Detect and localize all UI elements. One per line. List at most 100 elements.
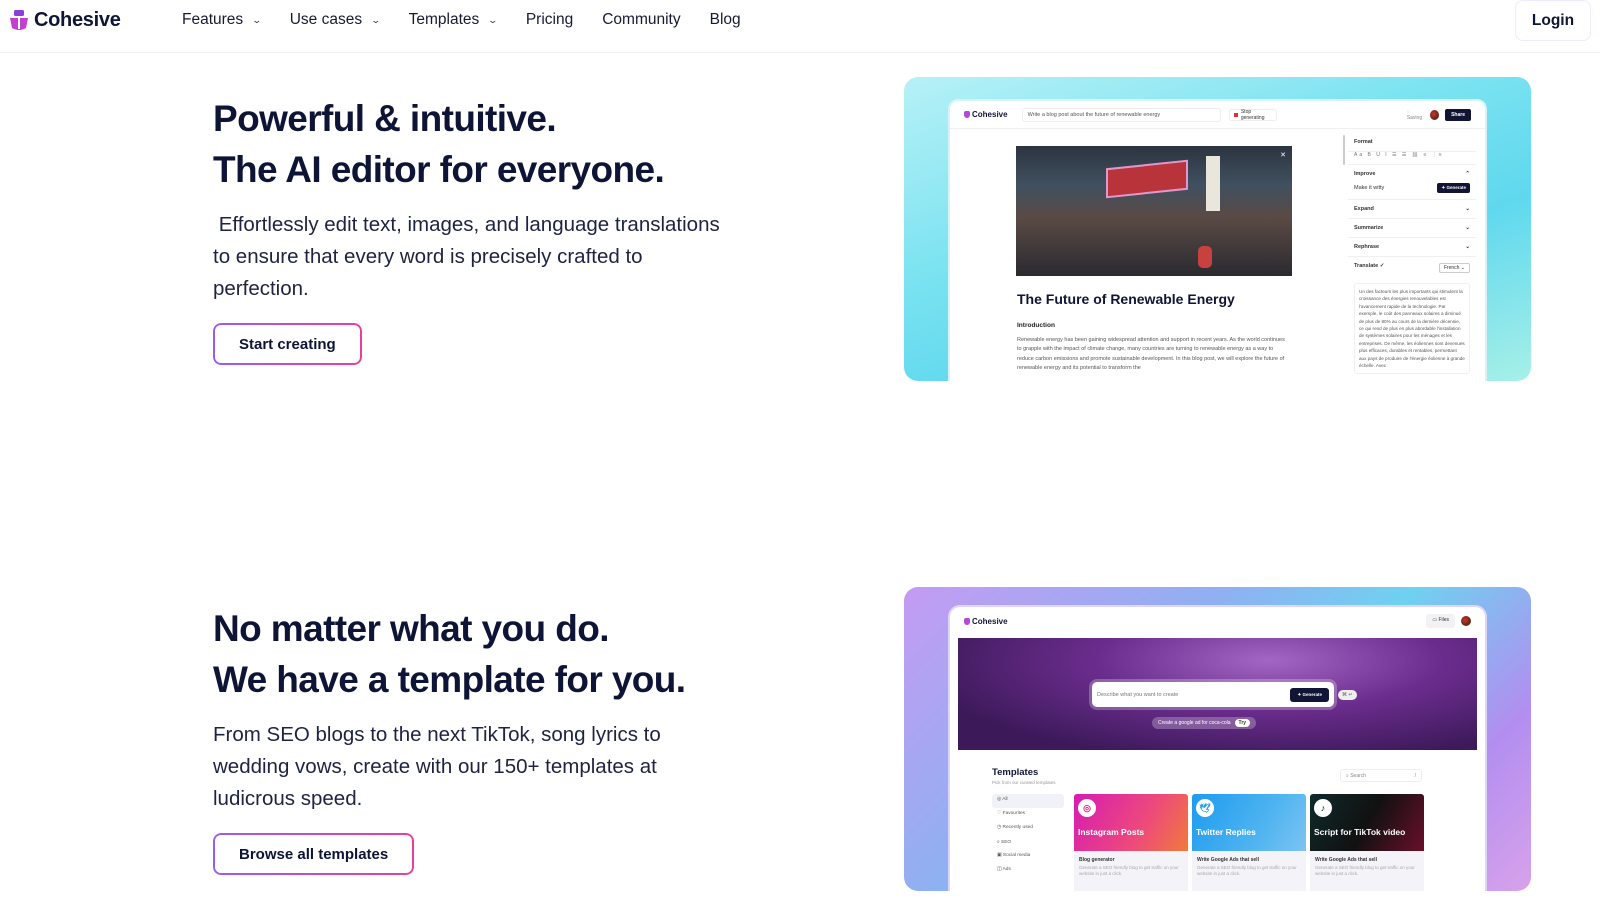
editor-preview-image: Cohesive Write a blog post about the fut… xyxy=(904,77,1531,381)
vertical-sign xyxy=(1206,156,1220,211)
category-label: Favourites xyxy=(1002,811,1026,816)
describe-placeholder: Describe what you want to create xyxy=(1097,691,1179,698)
category-label: SEO xyxy=(1001,840,1012,845)
saving-status: ◌ Saving xyxy=(1406,108,1423,121)
template-categories: ◎ All ♡ Favourites ◷ Recently used ⌕ SEO… xyxy=(992,794,1064,878)
blog-header-image: ✕ xyxy=(1016,146,1292,276)
template-card: ◎ Instagram Posts Blog generator Generate… xyxy=(1074,794,1188,891)
nav-pricing-label: Pricing xyxy=(525,11,574,28)
chevron-down-icon: ⌄ xyxy=(370,14,382,25)
brand-logo[interactable]: Cohesive xyxy=(9,9,121,32)
nav-templates-label: Templates xyxy=(408,11,480,28)
template-card: ♪ Script for TikTok video Write Google Ad… xyxy=(1310,794,1424,891)
card-banner: ♪ Script for TikTok video xyxy=(1310,794,1424,851)
suggestion-text: Create a google ad for coca-cola xyxy=(1158,720,1231,726)
translated-text: Un des facteurs les plus importants qui … xyxy=(1354,283,1470,375)
expand-section: Expand ⌄ xyxy=(1348,199,1476,219)
search-icon: ⌕ xyxy=(1346,773,1349,779)
card-desc: Generate a SEO friendly blog to get traf… xyxy=(1197,865,1297,876)
stop-label: Stop generating xyxy=(1240,108,1265,121)
main-menu: Features ⌄ Use cases ⌄ Templates ⌄ Pricing … xyxy=(182,11,770,29)
translate-section: Translate ✓ French ⌄ xyxy=(1348,257,1476,279)
twitter-icon: 🕊 xyxy=(1196,799,1214,817)
chevron-down-icon: ⌄ xyxy=(1465,244,1470,250)
login-button[interactable]: Login xyxy=(1515,0,1591,41)
category-label: Recently used xyxy=(1002,825,1033,830)
card-name: Write Google Ads that sell xyxy=(1315,857,1377,863)
stop-generating-button: Stop generating xyxy=(1229,108,1277,121)
templates-preview-toolbar: Cohesive ▭ Files xyxy=(950,607,1485,635)
generate-button: ✦ Generate xyxy=(1437,183,1470,193)
nav-blog[interactable]: Blog xyxy=(710,11,741,29)
nav-features[interactable]: Features ⌄ xyxy=(182,11,263,29)
avatar xyxy=(1430,109,1440,120)
rephrase-section: Rephrase ⌄ xyxy=(1348,238,1476,257)
nav-community[interactable]: Community xyxy=(602,11,680,29)
title-line-1: Powerful & intuitive. xyxy=(213,98,557,139)
category-label: Ads xyxy=(1002,867,1011,872)
suggestion-chip: Create a google ad for coca-cola Try xyxy=(1152,717,1257,729)
top-nav: Cohesive Features ⌄ Use cases ⌄ Templates ⌄… xyxy=(0,0,1600,53)
category-favourites: ♡ Favourites xyxy=(997,811,1026,816)
browse-templates-button[interactable]: Browse all templates xyxy=(213,833,415,875)
generate-button: ✦ Generate xyxy=(1290,687,1329,702)
template-card: 🕊 Twitter Replies Write Google Ads that s… xyxy=(1192,794,1306,891)
doc-heading: Introduction xyxy=(1017,322,1055,329)
cohesive-logo-icon xyxy=(964,111,970,118)
generate-label: Generate xyxy=(1446,185,1466,190)
card-desc: Generate a SEO friendly blog to get traf… xyxy=(1079,865,1179,876)
panel-scrollbar xyxy=(1343,135,1345,165)
nav-community-label: Community xyxy=(602,11,681,28)
nav-templates[interactable]: Templates ⌄ xyxy=(408,11,499,29)
templates-search: ⌕ Search / xyxy=(1340,769,1422,782)
language-select: French ⌄ xyxy=(1438,263,1470,273)
translate-label: Translate xyxy=(1354,263,1379,269)
card-title: Script for TikTok video xyxy=(1314,827,1406,837)
nav-use-cases-label: Use cases xyxy=(289,11,363,28)
card-name: Blog generator xyxy=(1079,857,1115,863)
category-ads: ◫ Ads xyxy=(997,867,1011,872)
generate-banner: Describe what you want to create ✦ Genera… xyxy=(958,638,1477,750)
describe-input: Describe what you want to create ✦ Genera… xyxy=(1092,682,1334,707)
category-label: Social media xyxy=(1002,853,1031,858)
try-button: Try xyxy=(1234,719,1251,727)
editor-preview-toolbar: Cohesive Write a blog post about the fut… xyxy=(950,101,1485,129)
search-placeholder: Search xyxy=(1350,773,1367,779)
chevron-down-icon: ⌄ xyxy=(487,14,499,25)
generate-label: Generate xyxy=(1302,691,1322,697)
chevron-down-icon: ⌄ xyxy=(251,14,263,25)
cohesive-logo-icon xyxy=(964,617,970,625)
doc-body: Renewable energy has been gaining widesp… xyxy=(1017,337,1285,372)
lantern xyxy=(1198,246,1212,268)
close-icon: ✕ xyxy=(1280,152,1286,159)
files-button: ▭ Files xyxy=(1426,614,1455,628)
templates-title: Templates xyxy=(992,767,1039,778)
templates-preview-window: Cohesive ▭ Files Describe what you want … xyxy=(948,605,1487,891)
cohesive-logo-icon xyxy=(10,10,28,30)
templates-subtitle: Pick from our curated templates xyxy=(992,780,1056,785)
share-button: Share xyxy=(1445,108,1471,121)
saving-label: Saving xyxy=(1406,114,1423,121)
preview-logo: Cohesive xyxy=(964,617,1008,626)
preview-logo: Cohesive xyxy=(964,110,1008,119)
title-line-2: We have a template for you. xyxy=(213,659,686,700)
nav-pricing[interactable]: Pricing xyxy=(526,11,573,29)
street-sign xyxy=(1106,159,1188,199)
search-shortcut: / xyxy=(1414,773,1416,779)
category-label: All xyxy=(1002,797,1008,802)
start-creating-button[interactable]: Start creating xyxy=(213,323,362,365)
title-line-2: The AI editor for everyone. xyxy=(213,149,665,190)
nav-features-label: Features xyxy=(182,11,244,28)
improve-label: Improve xyxy=(1354,171,1376,177)
stop-icon xyxy=(1234,112,1238,117)
summarize-section: Summarize ⌄ xyxy=(1348,219,1476,238)
improve-value: Make it witty xyxy=(1354,185,1385,191)
nav-use-cases[interactable]: Use cases ⌄ xyxy=(289,11,382,29)
expand-label: Expand xyxy=(1354,206,1374,212)
card-title: Twitter Replies xyxy=(1196,827,1256,837)
templates-section: No matter what you do. We have a template… xyxy=(213,603,733,875)
chevron-down-icon: ⌄ xyxy=(1465,225,1470,231)
editor-preview-window: Cohesive Write a blog post about the fut… xyxy=(948,99,1487,381)
ai-tools-panel: Format Aa B U I ☰ ☰ ⛓ ≡ ⋮≡ Improve ⌃ Make… xyxy=(1343,133,1476,381)
tiktok-icon: ♪ xyxy=(1314,799,1332,817)
